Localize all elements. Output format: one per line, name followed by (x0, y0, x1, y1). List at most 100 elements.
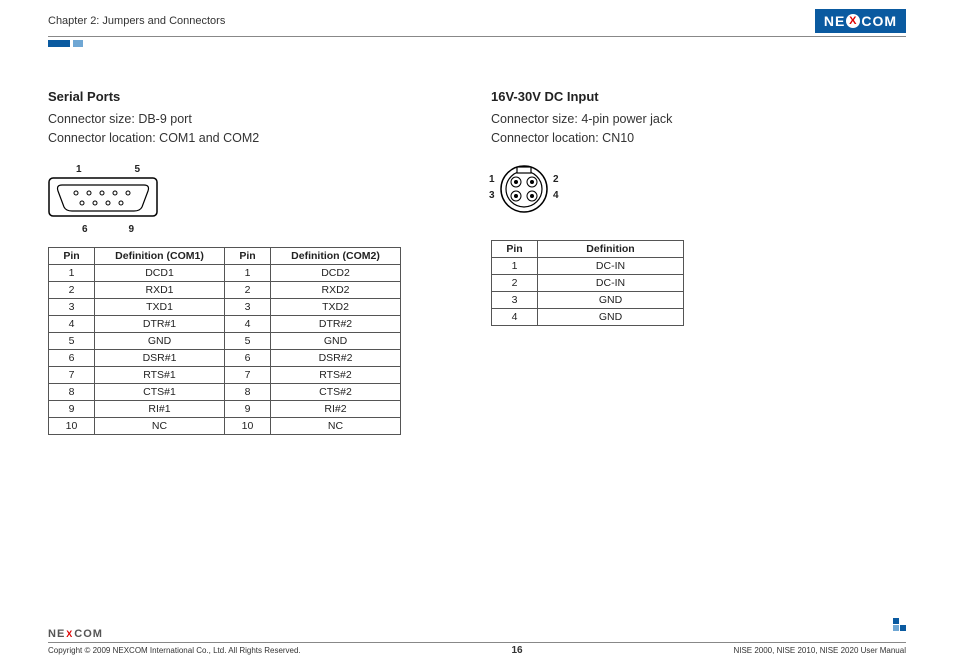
table-cell: DSR#1 (95, 349, 225, 366)
dc-location-text: Connector location: CN10 (491, 129, 906, 148)
fourpin-label-3: 3 (489, 190, 495, 201)
table-cell: DTR#1 (95, 315, 225, 332)
table-cell: 2 (49, 281, 95, 298)
table-cell: TXD1 (95, 298, 225, 315)
fourpin-connector-diagram: 1 3 2 4 (491, 164, 581, 216)
table-cell: RXD1 (95, 281, 225, 298)
table-cell: 7 (49, 366, 95, 383)
brand-logo: NE X COM (815, 9, 906, 33)
th-pin1: Pin (49, 247, 95, 264)
table-cell: RTS#2 (271, 366, 401, 383)
table-row: 8CTS#18CTS#2 (49, 383, 401, 400)
table-cell: 4 (49, 315, 95, 332)
table-cell: 3 (225, 298, 271, 315)
table-cell: CTS#2 (271, 383, 401, 400)
header-rule (48, 36, 906, 37)
table-cell: 8 (49, 383, 95, 400)
manual-name: NISE 2000, NISE 2010, NISE 2020 User Man… (733, 646, 906, 655)
table-cell: 5 (225, 332, 271, 349)
serial-size-text: Connector size: DB-9 port (48, 110, 463, 129)
table-row: 3TXD13TXD2 (49, 298, 401, 315)
fourpin-label-2: 2 (553, 174, 559, 185)
table-row: 10NC10NC (49, 417, 401, 434)
table-cell: NC (271, 417, 401, 434)
serial-pin-table: Pin Definition (COM1) Pin Definition (CO… (48, 247, 401, 435)
table-cell: 10 (225, 417, 271, 434)
table-cell: CTS#1 (95, 383, 225, 400)
section-title-serial: Serial Ports (48, 89, 463, 104)
table-cell: RI#1 (95, 400, 225, 417)
fourpin-label-1: 1 (489, 174, 495, 185)
table-row: 4DTR#14DTR#2 (49, 315, 401, 332)
serial-location-text: Connector location: COM1 and COM2 (48, 129, 463, 148)
fourpin-connector-icon (499, 164, 549, 214)
table-row: 9RI#19RI#2 (49, 400, 401, 417)
page-number: 16 (512, 645, 523, 656)
table-header-row: Pin Definition (COM1) Pin Definition (CO… (49, 247, 401, 264)
table-cell: 2 (492, 274, 538, 291)
db9-connector-diagram: 1 5 6 9 (48, 164, 168, 235)
table-cell: GND (95, 332, 225, 349)
db9-pin-label-5: 5 (134, 164, 140, 175)
table-cell: DCD1 (95, 264, 225, 281)
page-footer: NE X COM Copyright © 2009 NEXCOM Interna… (48, 628, 906, 656)
table-cell: 1 (49, 264, 95, 281)
logo-text-right: COM (861, 13, 897, 29)
table-cell: GND (538, 291, 684, 308)
table-cell: 5 (49, 332, 95, 349)
header-accent-blocks (48, 40, 83, 47)
table-cell: 3 (492, 291, 538, 308)
footer-logo: NE X COM (48, 628, 906, 640)
table-cell: DCD2 (271, 264, 401, 281)
table-cell: DSR#2 (271, 349, 401, 366)
table-cell: 8 (225, 383, 271, 400)
chapter-title: Chapter 2: Jumpers and Connectors (48, 15, 225, 27)
copyright-text: Copyright © 2009 NEXCOM International Co… (48, 646, 301, 655)
th-def2: Definition (COM2) (271, 247, 401, 264)
table-cell: 3 (49, 298, 95, 315)
table-cell: RXD2 (271, 281, 401, 298)
th-pin2: Pin (225, 247, 271, 264)
table-cell: DC-IN (538, 274, 684, 291)
dc-pin-table: Pin Definition 1DC-IN2DC-IN3GND4GND (491, 240, 684, 326)
serial-ports-section: Serial Ports Connector size: DB-9 port C… (48, 89, 463, 435)
dc-size-text: Connector size: 4-pin power jack (491, 110, 906, 129)
footer-logo-x-icon: X (66, 629, 73, 639)
table-cell: RI#2 (271, 400, 401, 417)
th-pin: Pin (492, 240, 538, 257)
logo-x-icon: X (846, 14, 860, 28)
db9-pin-label-6: 6 (82, 224, 88, 235)
section-title-dc: 16V-30V DC Input (491, 89, 906, 104)
table-row: 7RTS#17RTS#2 (49, 366, 401, 383)
table-cell: 7 (225, 366, 271, 383)
table-row: 2RXD12RXD2 (49, 281, 401, 298)
table-cell: 1 (225, 264, 271, 281)
table-header-row: Pin Definition (492, 240, 684, 257)
table-cell: 10 (49, 417, 95, 434)
table-cell: RTS#1 (95, 366, 225, 383)
table-cell: NC (95, 417, 225, 434)
table-cell: TXD2 (271, 298, 401, 315)
table-cell: DTR#2 (271, 315, 401, 332)
footer-accent-icon (893, 618, 906, 631)
table-cell: DC-IN (538, 257, 684, 274)
db9-connector-icon (48, 177, 158, 217)
db9-pin-label-1: 1 (76, 164, 82, 175)
dc-input-section: 16V-30V DC Input Connector size: 4-pin p… (491, 89, 906, 435)
table-row: 1DCD11DCD2 (49, 264, 401, 281)
table-cell: 1 (492, 257, 538, 274)
th-def1: Definition (COM1) (95, 247, 225, 264)
table-cell: 2 (225, 281, 271, 298)
table-row: 4GND (492, 308, 684, 325)
table-cell: GND (538, 308, 684, 325)
table-cell: 9 (225, 400, 271, 417)
fourpin-label-4: 4 (553, 190, 559, 201)
table-cell: 4 (225, 315, 271, 332)
logo-text-left: NE (824, 13, 845, 29)
table-cell: 4 (492, 308, 538, 325)
footer-logo-right: COM (74, 628, 103, 640)
db9-pin-label-9: 9 (128, 224, 134, 235)
table-row: 2DC-IN (492, 274, 684, 291)
table-row: 5GND5GND (49, 332, 401, 349)
table-row: 1DC-IN (492, 257, 684, 274)
